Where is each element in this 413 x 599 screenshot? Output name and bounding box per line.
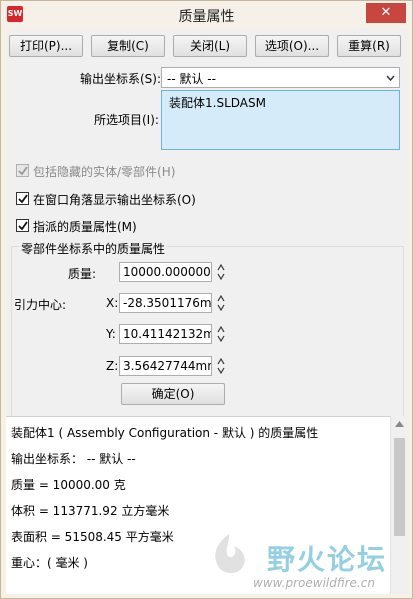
assigned-mass-label: 指派的质量属性(M) <box>33 220 137 234</box>
y-spinner-icon[interactable] <box>216 324 226 344</box>
recalculate-button[interactable]: 重算(R) <box>337 35 401 57</box>
result-line: 装配体1 ( Assembly Configuration - 默认 ) 的质量… <box>11 426 319 440</box>
result-line: 输出坐标系： -- 默认 -- <box>11 452 136 466</box>
scroll-up-icon[interactable] <box>395 421 404 427</box>
x-spinner-icon[interactable] <box>216 293 226 313</box>
coord-system-select[interactable]: -- 默认 -- <box>161 67 400 88</box>
result-line: 重心：( 毫米 ) <box>11 556 88 570</box>
y-value: 10.41142132mm <box>123 327 211 341</box>
include-hidden-checkbox <box>16 164 29 177</box>
flame-logo-icon <box>215 534 245 574</box>
ok-button[interactable]: 确定(O) <box>121 383 225 405</box>
watermark-url: www.proewildfire.cn <box>253 576 375 590</box>
watermark-text: 野火论坛 <box>267 543 388 576</box>
show-coord-corner-checkbox[interactable] <box>16 192 29 205</box>
mass-spinner-icon[interactable] <box>216 262 226 282</box>
mass-properties-window: SW 质量属性 ✕ 打印(P)... 复制(C) 关闭(L) 选项(O)... … <box>0 0 413 599</box>
include-hidden-label: 包括隐藏的实体/零部件(H) <box>33 165 176 179</box>
mass-value: 10000.0000000 <box>123 265 212 279</box>
mass-label: 质量: <box>68 267 97 281</box>
assigned-mass-checkbox[interactable] <box>16 219 29 232</box>
x-field[interactable]: -28.3501176mm <box>119 293 212 313</box>
y-field[interactable]: 10.41142132mm <box>119 324 212 344</box>
x-label: X: <box>106 296 119 310</box>
options-button[interactable]: 选项(O)... <box>255 35 329 57</box>
close-button[interactable]: 关闭(L) <box>173 35 247 57</box>
dialog-body: 打印(P)... 复制(C) 关闭(L) 选项(O)... 重算(R) 输出坐标… <box>6 30 407 594</box>
scrollbar-thumb[interactable] <box>394 438 405 536</box>
coord-system-value: -- 默认 -- <box>167 72 216 86</box>
copy-button[interactable]: 复制(C) <box>91 35 165 57</box>
title-bar: SW 质量属性 ✕ <box>1 1 412 29</box>
z-value: 3.56427744mm <box>123 359 212 373</box>
selected-items-label: 所选项目(I): <box>94 113 159 127</box>
checkmark-icon <box>18 194 28 204</box>
print-button[interactable]: 打印(P)... <box>9 35 83 57</box>
coord-system-label: 输出坐标系(S): <box>80 72 162 86</box>
result-line: 质量 = 10000.00 克 <box>11 478 126 492</box>
z-field[interactable]: 3.56427744mm <box>119 356 212 376</box>
override-group-title: 零部件坐标系中的质量属性 <box>19 240 168 257</box>
z-spinner-icon[interactable] <box>216 356 226 376</box>
z-label: Z: <box>106 359 119 373</box>
chevron-down-icon <box>386 75 395 82</box>
list-item[interactable]: 装配体1.SLDASM <box>169 94 266 111</box>
y-label: Y: <box>106 327 116 341</box>
x-value: -28.3501176mm <box>123 296 212 310</box>
checkmark-icon <box>18 166 28 176</box>
mass-field[interactable]: 10000.0000000 <box>119 262 212 282</box>
show-coord-corner-label: 在窗口角落显示输出坐标系(O) <box>33 193 196 207</box>
window-close-button[interactable]: ✕ <box>366 3 406 23</box>
result-line: 体积 = 113771.92 立方毫米 <box>11 504 170 518</box>
forum-watermark-logo: 野火论坛 www.proewildfire.cn <box>196 524 406 594</box>
checkmark-icon <box>18 221 28 231</box>
result-line: 表面积 = 51508.45 平方毫米 <box>11 530 174 544</box>
selected-items-list[interactable]: 装配体1.SLDASM <box>161 90 400 150</box>
center-of-gravity-label: 引力中心: <box>14 298 67 312</box>
window-title: 质量属性 <box>178 9 235 25</box>
